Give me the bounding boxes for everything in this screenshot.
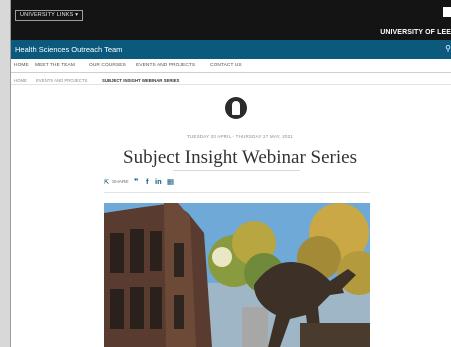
share-label[interactable]: SHARE <box>112 180 129 185</box>
main-navigation: HOME MEET THE TEAM OUR COURSES EVENTS AN… <box>11 59 451 73</box>
event-date-range: TUESDAY 20 APRIL - THURSDAY 27 MAY, 2021 <box>186 134 294 139</box>
university-links-dropdown[interactable]: UNIVERSITY LINKS ▾ <box>15 10 84 21</box>
breadcrumb-home[interactable]: HOME <box>14 78 27 83</box>
breadcrumb: HOME EVENTS AND PROJECTS SUBJECT INSIGHT… <box>11 75 451 85</box>
title-divider <box>173 170 300 171</box>
nav-item-home[interactable]: HOME <box>14 63 29 68</box>
crest-figure <box>232 101 240 115</box>
site-header: Health Sciences Outreach Team ⚲ <box>11 40 451 59</box>
university-top-bar: UNIVERSITY LINKS ▾ UNIVERSITY OF LEE <box>11 0 451 40</box>
hero-image <box>104 203 370 347</box>
share-icon[interactable]: ⇱ <box>104 179 109 187</box>
university-logo-icon[interactable] <box>443 7 451 17</box>
twitter-icon[interactable]: ❞ <box>134 178 138 186</box>
site-title[interactable]: Health Sciences Outreach Team <box>15 45 122 54</box>
campus-photo <box>104 203 370 347</box>
nav-item-contact-us[interactable]: CONTACT US <box>210 63 242 68</box>
window-edge <box>0 0 11 347</box>
page-title: Subject Insight Webinar Series <box>123 147 357 168</box>
nav-item-meet-the-team[interactable]: MEET THE TEAM <box>35 63 75 68</box>
nav-item-our-courses[interactable]: OUR COURSES <box>89 63 126 68</box>
facebook-icon[interactable]: f <box>146 178 149 186</box>
gothic-building <box>104 203 212 347</box>
university-crest-icon <box>225 97 247 119</box>
distant-building <box>242 307 268 347</box>
search-icon[interactable]: ⚲ <box>445 44 451 53</box>
university-name[interactable]: UNIVERSITY OF LEE <box>380 29 451 36</box>
calendar-icon[interactable]: ▦ <box>167 178 174 186</box>
breadcrumb-current: SUBJECT INSIGHT WEBINAR SERIES <box>102 78 180 83</box>
share-divider <box>104 192 370 193</box>
nav-item-events-and-projects[interactable]: EVENTS AND PROJECTS <box>136 63 195 68</box>
sun-glare <box>212 247 232 267</box>
linkedin-icon[interactable]: in <box>155 178 162 186</box>
breadcrumb-events-and-projects[interactable]: EVENTS AND PROJECTS <box>36 78 87 83</box>
